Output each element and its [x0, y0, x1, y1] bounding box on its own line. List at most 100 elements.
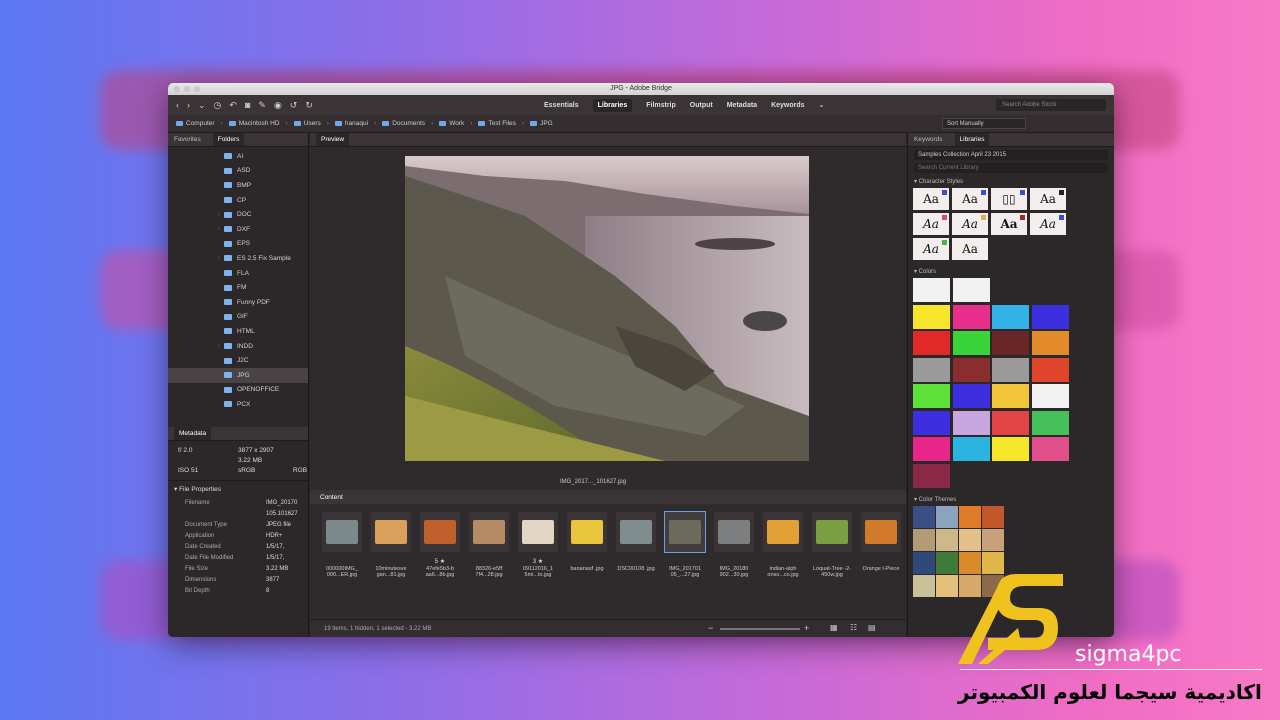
- search-stock-input[interactable]: Search Adobe Stock: [996, 99, 1106, 111]
- thumbnail-item[interactable]: IMG_20180 902...30.jpg: [710, 506, 758, 626]
- color-swatch[interactable]: [913, 437, 950, 461]
- breadcrumb-item[interactable]: Macintosh HD ›: [228, 120, 288, 127]
- color-swatch[interactable]: [1031, 331, 1069, 355]
- theme-color-cell[interactable]: [982, 505, 1004, 528]
- folder-item[interactable]: CP: [168, 193, 308, 208]
- theme-color-cell[interactable]: [959, 528, 981, 551]
- theme-color-cell[interactable]: [936, 551, 958, 574]
- color-swatch[interactable]: [1031, 437, 1069, 461]
- character-style-swatch[interactable]: Aa: [1030, 188, 1066, 210]
- theme-color-cell[interactable]: [936, 505, 958, 528]
- folder-item[interactable]: BMP: [168, 178, 308, 193]
- tab-libraries-panel[interactable]: Libraries: [954, 133, 990, 146]
- tab-keywords[interactable]: Keywords: [771, 102, 804, 109]
- back-icon[interactable]: ‹: [176, 100, 179, 110]
- thumbnail-item[interactable]: 5 ★ 47efe5b3-b aa6...8b.jpg: [416, 506, 464, 626]
- list-view-icon[interactable]: ☷: [850, 623, 857, 632]
- library-search-input[interactable]: Search Current Library: [914, 163, 1108, 173]
- forward-icon[interactable]: ›: [187, 100, 190, 110]
- thumbnail-item[interactable]: DSC00108 .jpg: [612, 506, 660, 626]
- color-swatch[interactable]: [992, 437, 1029, 461]
- theme-color-cell[interactable]: [913, 505, 935, 528]
- character-style-swatch[interactable]: Aa: [1030, 213, 1066, 235]
- expand-arrow-icon[interactable]: ›: [218, 226, 220, 232]
- color-swatch[interactable]: [992, 410, 1029, 435]
- theme-color-cell[interactable]: [913, 574, 935, 597]
- thumbnail-item[interactable]: 000000IMG_ 000...ER.jpg: [318, 506, 366, 626]
- thumbnail-item[interactable]: 3 ★ 09112016_1 5mi...to.jpg: [514, 506, 562, 626]
- grid-view-icon[interactable]: ▦: [830, 623, 838, 632]
- color-swatch[interactable]: [992, 331, 1029, 355]
- theme-color-cell[interactable]: [913, 551, 935, 574]
- rotate-right-icon[interactable]: ↻: [305, 100, 313, 111]
- tab-favorites[interactable]: Favorites: [174, 136, 201, 143]
- folder-item[interactable]: PCX: [168, 397, 308, 412]
- tab-metadata[interactable]: Metadata: [727, 102, 757, 109]
- sort-select[interactable]: Sort Manually: [942, 118, 1026, 129]
- theme-color-cell[interactable]: [936, 574, 958, 597]
- color-swatch[interactable]: [992, 304, 1029, 329]
- tab-libraries[interactable]: Libraries: [592, 98, 633, 112]
- thumbnail-size-slider[interactable]: [720, 628, 800, 630]
- color-swatch[interactable]: [952, 357, 990, 382]
- zoom-in-icon[interactable]: +: [804, 623, 809, 633]
- character-style-swatch[interactable]: Aa: [952, 213, 988, 235]
- boomerang-icon[interactable]: ↶: [229, 100, 237, 111]
- color-swatch[interactable]: [952, 384, 990, 408]
- folder-item[interactable]: J2C: [168, 353, 308, 368]
- character-style-swatch[interactable]: Aa: [952, 188, 988, 210]
- color-swatch[interactable]: [913, 384, 950, 408]
- file-properties-header[interactable]: ▾ File Properties: [168, 481, 308, 497]
- color-swatch[interactable]: [913, 410, 950, 435]
- workspace-menu-icon[interactable]: ⌄: [819, 101, 825, 109]
- folder-item[interactable]: JPG: [168, 367, 308, 383]
- character-style-swatch[interactable]: Aa: [952, 238, 988, 260]
- folder-item[interactable]: EPS: [168, 237, 308, 252]
- color-swatch[interactable]: [913, 331, 950, 355]
- tab-keywords-panel[interactable]: Keywords: [914, 136, 943, 143]
- color-swatch[interactable]: [1031, 357, 1069, 382]
- character-style-swatch[interactable]: ▯▯: [991, 188, 1027, 210]
- camera-icon[interactable]: ◙: [245, 100, 250, 110]
- character-style-swatch[interactable]: Aa: [991, 213, 1027, 235]
- tab-metadata-panel[interactable]: Metadata: [174, 427, 212, 440]
- preview-image[interactable]: [405, 156, 809, 461]
- thumbnail-item[interactable]: 10minutesve gan...81.jpg: [367, 506, 415, 626]
- folder-item[interactable]: ASD: [168, 164, 308, 179]
- thumbnail-item[interactable]: bananasf .jpg: [563, 506, 611, 626]
- zoom-window-button[interactable]: [194, 86, 200, 92]
- open-in-camera-raw-icon[interactable]: ◉: [274, 100, 282, 111]
- folder-item[interactable]: GIF: [168, 310, 308, 325]
- color-swatch[interactable]: [952, 304, 990, 329]
- folder-item[interactable]: OPENOFFICE: [168, 383, 308, 398]
- folder-item[interactable]: AI: [168, 149, 308, 164]
- breadcrumb-item[interactable]: Work ›: [439, 120, 472, 127]
- thumbnail-item[interactable]: indian-alph onso...co.jpg: [759, 506, 807, 626]
- character-style-swatch[interactable]: Aa: [913, 188, 949, 210]
- color-swatch[interactable]: [952, 331, 990, 355]
- tab-content[interactable]: Content: [320, 494, 343, 501]
- tab-preview[interactable]: Preview: [316, 133, 350, 146]
- color-swatch[interactable]: [1031, 304, 1069, 329]
- breadcrumb-item[interactable]: Documents ›: [382, 120, 433, 127]
- character-styles-header[interactable]: ▾ Character Styles: [908, 175, 1114, 188]
- theme-color-cell[interactable]: [913, 528, 935, 551]
- folder-item[interactable]: › DXF: [168, 222, 308, 237]
- color-themes-header[interactable]: ▾ Color Themes: [908, 493, 1114, 506]
- folder-item[interactable]: › INDD: [168, 339, 308, 354]
- thumbnail-item[interactable]: 88326-e5ff 7f4...28.jpg: [465, 506, 513, 626]
- breadcrumb-item[interactable]: Users ›: [293, 120, 329, 127]
- library-select[interactable]: Samples Collection April 23 2015: [914, 150, 1108, 160]
- character-style-swatch[interactable]: Aa: [913, 238, 949, 260]
- color-swatch[interactable]: [952, 437, 990, 461]
- color-swatch[interactable]: [1031, 278, 1069, 302]
- color-swatch[interactable]: [913, 357, 950, 382]
- thumbnail-item[interactable]: IMG_201701 05_...27.jpg: [661, 506, 709, 626]
- folder-item[interactable]: › ES 2.5 Fix Sample: [168, 251, 308, 266]
- thumbnail-item[interactable]: Orange t-Piece: [857, 506, 905, 626]
- color-swatch[interactable]: [913, 278, 950, 302]
- folder-item[interactable]: Funny PDF: [168, 295, 308, 310]
- zoom-out-icon[interactable]: −: [708, 623, 713, 633]
- tab-output[interactable]: Output: [690, 102, 713, 109]
- color-swatch[interactable]: [992, 357, 1029, 382]
